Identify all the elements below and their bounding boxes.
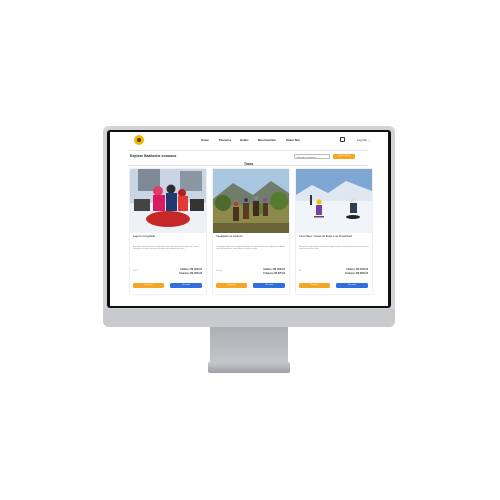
tour-title: Cerro Bayo: Classe de Esqui e de Snowboa… xyxy=(299,235,352,238)
logout-link[interactable]: Log Out ⌄ xyxy=(357,138,370,142)
adult-price: Adultos: R$ 4100,00 xyxy=(346,269,368,271)
tour-card: Laguna Congelada A grande tirolesa de pa… xyxy=(130,169,206,294)
screen: Home Passeios Hotéis Meu Carrinho Sobre … xyxy=(110,132,388,306)
child-price: Crianças: R$ 3000,00 xyxy=(345,273,368,275)
tour-image xyxy=(130,169,206,233)
see-more-button[interactable]: Ver mais xyxy=(170,283,202,288)
tour-card: Cavalgada na estância Cavalgada rústica … xyxy=(213,169,289,294)
monitor-stand-neck xyxy=(210,327,288,363)
tour-title: Laguna Congelada xyxy=(133,235,155,238)
section-title: Tours xyxy=(244,162,254,166)
reserve-button[interactable]: Reservar xyxy=(133,283,164,288)
header-divider xyxy=(128,150,368,151)
see-more-button[interactable]: Ver mais xyxy=(336,283,368,288)
nav-cart[interactable]: Meu Carrinho xyxy=(258,138,276,142)
child-price: Crianças: R$ 1250,00 xyxy=(179,273,202,275)
adult-price: Adultos: R$ 1000,00 xyxy=(263,269,285,271)
tour-card: Cerro Bayo: Classe de Esqui e de Snowboa… xyxy=(296,169,372,294)
category-select[interactable]: Selecione categoria ⌄ xyxy=(294,154,330,159)
nav-hoteis[interactable]: Hotéis xyxy=(240,138,249,142)
reserve-button[interactable]: Reservar xyxy=(216,283,247,288)
monitor-stand-foot xyxy=(208,362,290,373)
nav-home[interactable]: Home xyxy=(201,138,209,142)
child-price: Crianças: R$ 870,00 xyxy=(263,273,285,275)
tour-title: Cavalgada na estância xyxy=(216,235,243,238)
tour-image xyxy=(296,169,372,233)
tour-description: Cavalgada rústica com paisagem de Barilo… xyxy=(216,246,286,251)
tour-duration: 4h serv. xyxy=(216,270,223,272)
monitor-chin xyxy=(103,309,395,327)
adult-price: Adultos: R$ 1000,00 xyxy=(180,269,202,271)
site-logo[interactable] xyxy=(134,135,144,145)
tour-description: Estação de esqui ideal para iniciantes e… xyxy=(299,246,369,251)
page-title: Explore Bariloche conosco xyxy=(130,154,177,158)
tour-image xyxy=(213,169,289,233)
tour-duration: 4h30 xyxy=(133,270,138,272)
see-more-button[interactable]: Ver mais xyxy=(253,283,285,288)
nav-passeios[interactable]: Passeios xyxy=(219,138,231,142)
shopping-bag-icon[interactable] xyxy=(340,137,345,142)
reserve-button[interactable]: Reservar xyxy=(299,283,330,288)
clear-filters-button[interactable]: Limpar filtros xyxy=(333,154,355,159)
nav-about[interactable]: Sobre Nós xyxy=(286,138,300,142)
tour-duration: 8h xyxy=(299,270,302,272)
tour-description: A grande tirolesa de palavra, cada uma t… xyxy=(133,246,200,251)
